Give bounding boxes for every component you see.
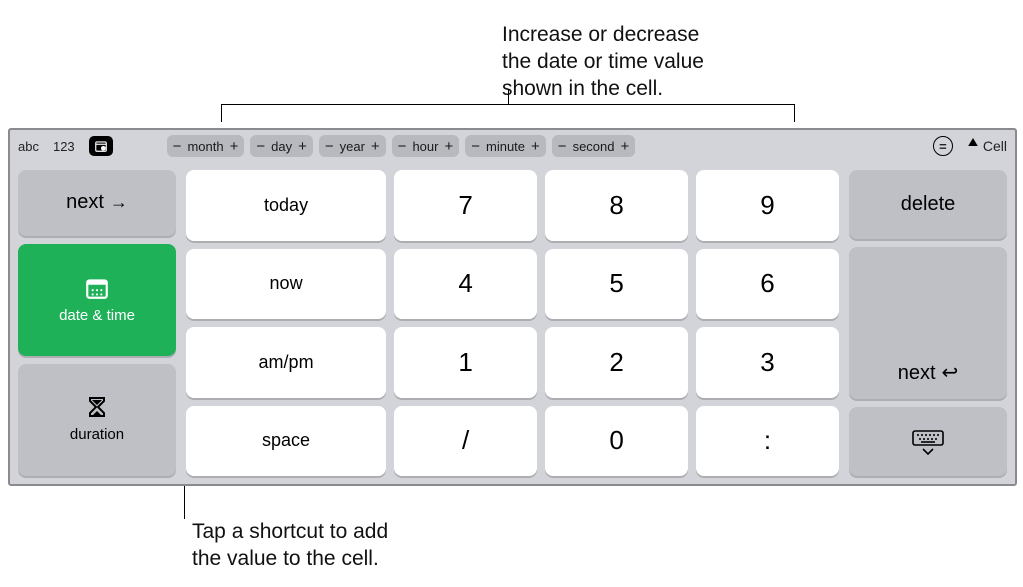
shortcut-today-button[interactable]: today — [186, 170, 386, 241]
stepper-plus-button[interactable]: + — [371, 139, 380, 154]
stepper-minus-button[interactable]: − — [558, 139, 567, 154]
return-icon: ↩ — [942, 360, 959, 385]
stepper-hour: − hour + — [392, 135, 460, 157]
stepper-plus-button[interactable]: + — [444, 139, 453, 154]
stepper-day: − day + — [250, 135, 313, 157]
stepper-label: day — [271, 139, 292, 154]
stepper-month: − month + — [167, 135, 245, 157]
key-4[interactable]: 4 — [394, 249, 537, 320]
key-label: duration — [70, 426, 124, 443]
key-label: next — [898, 362, 936, 385]
callout-line: the date or time value — [502, 49, 704, 76]
key-1[interactable]: 1 — [394, 327, 537, 398]
key-8[interactable]: 8 — [545, 170, 688, 241]
delete-button[interactable]: delete — [849, 170, 1007, 239]
mode-abc-button[interactable]: abc — [18, 139, 39, 154]
key-label: delete — [901, 193, 956, 216]
key-5[interactable]: 5 — [545, 249, 688, 320]
stepper-plus-button[interactable]: + — [298, 139, 307, 154]
right-column: delete next ↩ — [849, 170, 1007, 476]
key-colon[interactable]: : — [696, 406, 839, 477]
key-grid: next → date & time — [10, 162, 1015, 484]
keyboard-panel: abc 123 − month + − day + − — [8, 128, 1017, 486]
mode-123-button[interactable]: 123 — [53, 139, 75, 154]
dismiss-keyboard-button[interactable] — [849, 407, 1007, 476]
mid-grid: today 7 8 9 now 4 5 6 am/pm 1 2 3 space … — [186, 170, 839, 476]
cell-mode-button[interactable]: Cell — [967, 138, 1007, 154]
stepper-plus-button[interactable]: + — [531, 139, 540, 154]
stepper-second: − second + — [552, 135, 635, 157]
stepper-plus-button[interactable]: + — [620, 139, 629, 154]
stepper-minus-button[interactable]: − — [471, 139, 480, 154]
stepper-row: − month + − day + − year + − hour + − mi — [167, 135, 636, 157]
callout-line: Increase or decrease — [502, 22, 704, 49]
cell-mode-label: Cell — [983, 138, 1007, 154]
key-label: date & time — [59, 307, 135, 324]
callout-bracket-top — [221, 104, 795, 122]
key-2[interactable]: 2 — [545, 327, 688, 398]
callout-line: shown in the cell. — [502, 76, 704, 103]
shortcut-now-button[interactable]: now — [186, 249, 386, 320]
stepper-minus-button[interactable]: − — [256, 139, 265, 154]
callout-top: Increase or decrease the date or time va… — [502, 22, 704, 103]
key-0[interactable]: 0 — [545, 406, 688, 477]
callout-bottom: Tap a shortcut to add the value to the c… — [192, 519, 388, 573]
keyboard-dismiss-icon — [911, 429, 945, 455]
key-slash[interactable]: / — [394, 406, 537, 477]
shortcut-space-button[interactable]: space — [186, 406, 386, 477]
formula-icon[interactable]: = — [933, 136, 953, 156]
hourglass-icon — [87, 396, 107, 420]
stepper-minute: − minute + — [465, 135, 546, 157]
calendar-icon — [84, 275, 110, 301]
mode-duration-button[interactable]: duration — [18, 364, 176, 476]
next-field-button[interactable]: next → — [18, 170, 176, 236]
keyboard-chromebar: abc 123 − month + − day + − — [10, 130, 1015, 162]
callout-line: Tap a shortcut to add — [192, 519, 388, 546]
stepper-year: − year + — [319, 135, 386, 157]
stepper-minus-button[interactable]: − — [325, 139, 334, 154]
stepper-minus-button[interactable]: − — [398, 139, 407, 154]
arrow-right-icon: → — [110, 192, 128, 213]
stepper-label: minute — [486, 139, 525, 154]
mode-date-time-button[interactable]: date & time — [18, 244, 176, 356]
mode-datetime-icon[interactable] — [89, 136, 113, 156]
stepper-label: hour — [412, 139, 438, 154]
callout-line: the value to the cell. — [192, 546, 388, 573]
shortcut-ampm-button[interactable]: am/pm — [186, 327, 386, 398]
key-7[interactable]: 7 — [394, 170, 537, 241]
stepper-label: year — [340, 139, 365, 154]
key-9[interactable]: 9 — [696, 170, 839, 241]
stepper-minus-button[interactable]: − — [173, 139, 182, 154]
key-3[interactable]: 3 — [696, 327, 839, 398]
stepper-label: month — [187, 139, 223, 154]
next-cell-button[interactable]: next ↩ — [849, 247, 1007, 399]
stepper-label: second — [573, 139, 615, 154]
stepper-plus-button[interactable]: + — [230, 139, 239, 154]
left-column: next → date & time — [18, 170, 176, 476]
key-label: next — [66, 191, 104, 214]
key-6[interactable]: 6 — [696, 249, 839, 320]
